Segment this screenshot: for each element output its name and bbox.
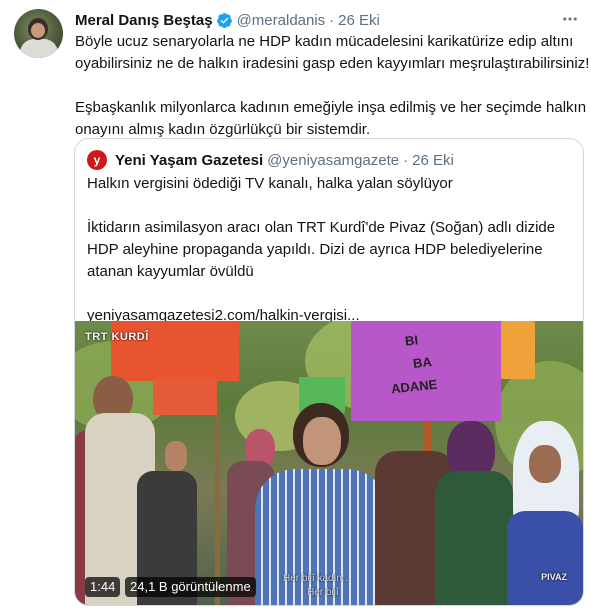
tweet-date[interactable]: 26 Eki (338, 12, 380, 29)
sign-text: BA (412, 354, 433, 371)
avatar-face-shape (31, 23, 45, 38)
person-shape (507, 511, 583, 605)
author-name[interactable]: Meral Danış Beştaş (75, 12, 213, 29)
video-player[interactable]: BI BA ADANE TRT KURDÎ PIVAZ Her bijî kad… (75, 321, 583, 605)
protest-sign (501, 321, 535, 379)
source-logo-icon: y (87, 150, 107, 170)
video-duration: 1:44 (85, 577, 121, 597)
quote-date[interactable]: 26 Eki (412, 152, 454, 169)
tweet-text-line: oyabilirsiniz ne de halkın iradesini gas… (75, 55, 590, 72)
quoted-tweet[interactable]: y Yeni Yaşam Gazetesi @yeniyasamgazete ·… (74, 138, 584, 606)
protest-sign (111, 321, 239, 381)
tweet-text: Böyle ucuz senaryolarla ne HDP kadın müc… (75, 31, 590, 141)
more-dots-icon (563, 17, 577, 21)
quote-body-line: İktidarın asimilasyon aracı olan TRT Kur… (87, 219, 556, 236)
video-subtitle: Her bijî (307, 587, 339, 598)
sign-text: BI (404, 332, 419, 349)
separator-dot: · (403, 151, 409, 169)
author-handle[interactable]: @meraldanis (237, 12, 326, 29)
quote-body-line: HDP aleyhine propaganda yapıldı. Dizi de… (87, 241, 543, 258)
source-name[interactable]: Yeni Yaşam Gazetesi (115, 152, 263, 169)
quoted-tweet-header: y Yeni Yaşam Gazetesi @yeniyasamgazete ·… (87, 150, 454, 170)
video-view-count: 24,1 B görüntülenme (125, 577, 256, 597)
show-title: PIVAZ (541, 572, 567, 582)
more-icon[interactable] (559, 10, 581, 30)
tweet-header: Meral Danış Beştaş @meraldanis · 26 Eki (75, 10, 380, 30)
sign-stick (215, 401, 220, 605)
separator-dot: · (329, 11, 335, 29)
source-handle[interactable]: @yeniyasamgazete (267, 152, 399, 169)
author-avatar[interactable] (14, 9, 63, 58)
person-shape (529, 445, 561, 483)
protest-sign (351, 321, 501, 421)
quote-headline: Halkın vergisini ödediği TV kanalı, halk… (87, 175, 453, 192)
person-shape (165, 441, 187, 471)
tweet[interactable]: Meral Danış Beştaş @meraldanis · 26 Eki … (0, 0, 591, 610)
verified-badge-icon (216, 12, 232, 28)
tweet-text-line: Böyle ucuz senaryolarla ne HDP kadın müc… (75, 33, 574, 50)
person-shape (255, 469, 387, 605)
channel-logo: TRT KURDÎ (85, 331, 149, 343)
tweet-text-line: Eşbaşkanlık milyonlarca kadının emeğiyle… (75, 99, 587, 116)
video-subtitle: Her bijî kadın... (283, 573, 351, 584)
quoted-tweet-text: Halkın vergisini ödediği TV kanalı, halk… (87, 173, 577, 327)
protest-sign (153, 379, 217, 415)
quote-body-line: atanan kayyumlar övüldü (87, 263, 254, 280)
person-shape (303, 417, 341, 465)
person-shape (435, 471, 513, 605)
avatar-body-shape (20, 39, 58, 58)
